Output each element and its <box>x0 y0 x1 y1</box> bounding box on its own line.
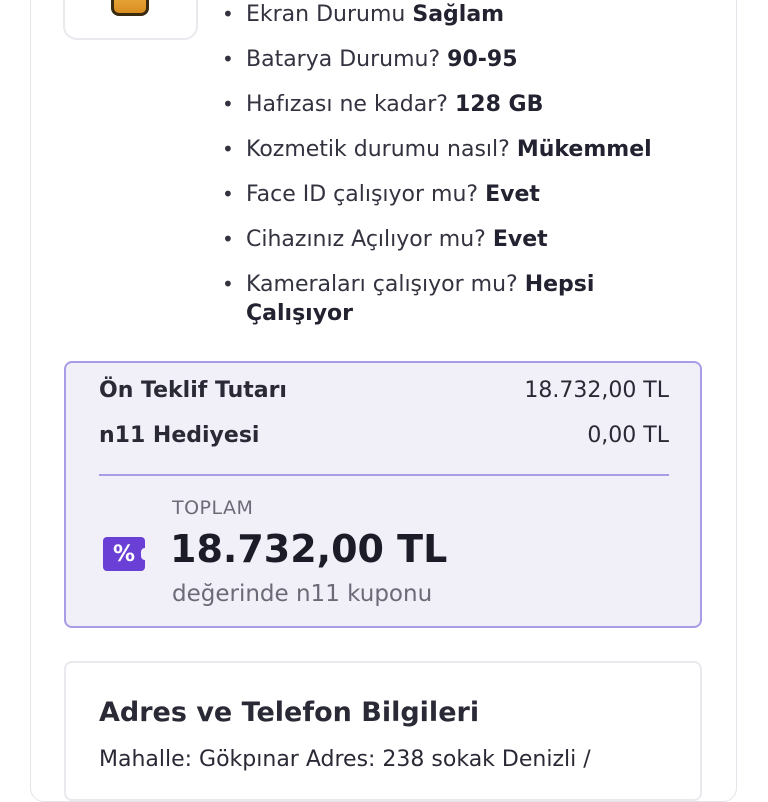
spec-answer: Evet <box>485 182 540 207</box>
spec-question: Cihazınız Açılıyor mu? <box>246 227 486 252</box>
address-card: Adres ve Telefon Bilgileri Mahalle: Gökp… <box>64 661 702 801</box>
spec-question: Hafızası ne kadar? <box>246 92 448 117</box>
coupon-note: değerinde n11 kuponu <box>172 581 433 607</box>
gift-row: n11 Hediyesi 0,00 TL <box>99 423 669 453</box>
phone-image-icon <box>111 0 149 16</box>
spec-answer: Mükemmel <box>516 137 652 162</box>
spec-answer: Sağlam <box>412 2 505 27</box>
bullet-icon: • <box>222 2 234 26</box>
gift-value: 0,00 TL <box>587 423 669 448</box>
total-value: 18.732,00 TL <box>170 527 448 571</box>
address-text: Mahalle: Gökpınar Adres: 238 sokak Deniz… <box>99 747 591 772</box>
pre-offer-label: Ön Teklif Tutarı <box>99 378 287 403</box>
spec-question: Kameraları çalışıyor mu? <box>246 272 518 297</box>
coupon-percent-icon: % <box>103 537 149 571</box>
spec-answer: Evet <box>492 227 548 252</box>
bullet-icon: • <box>222 227 234 251</box>
total-label: TOPLAM <box>172 497 254 519</box>
divider <box>99 474 669 476</box>
bullet-icon: • <box>222 47 234 71</box>
spec-question: Face ID çalışıyor mu? <box>246 182 479 207</box>
spec-question: Batarya Durumu? <box>246 47 441 72</box>
pre-offer-row: Ön Teklif Tutarı 18.732,00 TL <box>99 378 669 408</box>
spec-question: Kozmetik durumu nasıl? <box>246 137 510 162</box>
bullet-icon: • <box>222 137 234 161</box>
gift-label: n11 Hediyesi <box>99 423 260 448</box>
pre-offer-value: 18.732,00 TL <box>524 378 669 403</box>
offer-summary-box: Ön Teklif Tutarı 18.732,00 TL n11 Hediye… <box>64 361 702 628</box>
spec-answer: 128 GB <box>454 92 544 117</box>
bullet-icon: • <box>222 92 234 116</box>
bullet-icon: • <box>222 272 234 296</box>
address-section-title: Adres ve Telefon Bilgileri <box>99 697 480 728</box>
spec-question: Ekran Durumu <box>246 2 406 27</box>
product-thumbnail <box>63 0 198 40</box>
bullet-icon: • <box>222 182 234 206</box>
spec-answer: 90-95 <box>447 47 518 72</box>
